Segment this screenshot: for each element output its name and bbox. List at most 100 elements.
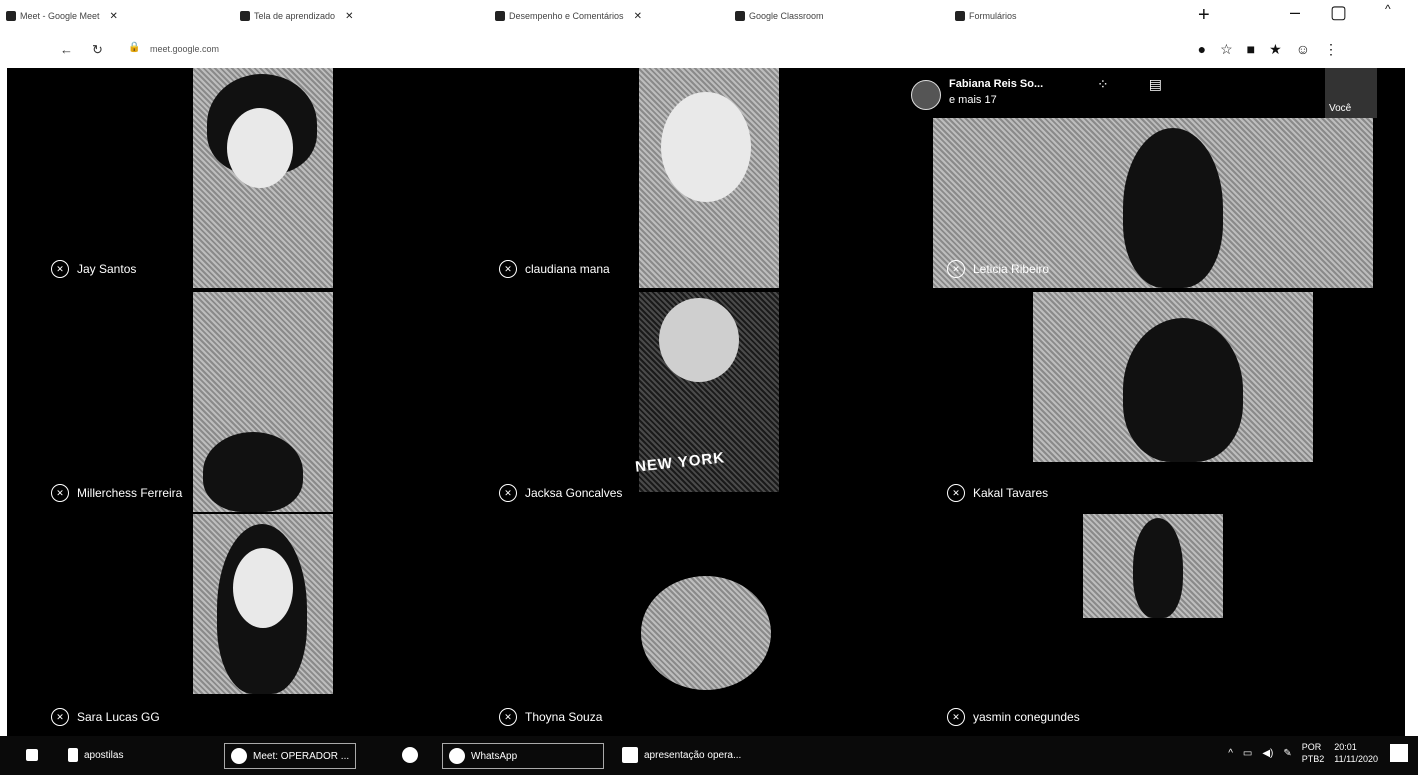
- pen-icon[interactable]: ✎: [1283, 748, 1291, 759]
- camera-icon[interactable]: ●: [1198, 41, 1206, 58]
- taskbar-item-label: WhatsApp: [471, 750, 518, 762]
- network-icon[interactable]: ▭: [1243, 748, 1252, 759]
- clock-date: 11/11/2020: [1334, 754, 1378, 764]
- participant-tile[interactable]: ✕ Jay Santos: [7, 68, 467, 288]
- participant-tile[interactable]: ✕ claudiana mana: [455, 68, 915, 288]
- page-favicon-icon: [955, 11, 965, 21]
- taskbar-item-label: apostilas: [84, 749, 124, 761]
- people-icon[interactable]: ⁘: [1097, 76, 1109, 93]
- participant-name: ✕ Kakal Tavares: [947, 484, 1048, 502]
- folder-icon: [68, 748, 78, 762]
- participant-name-label: Millerchess Ferreira: [77, 486, 183, 500]
- chevron-up-icon[interactable]: ^: [1385, 2, 1391, 16]
- close-icon[interactable]: ✕: [110, 11, 118, 22]
- avatar: [911, 80, 941, 110]
- tab-label: Google Classroom: [749, 11, 824, 21]
- participant-tile[interactable]: ✕ Sara Lucas GG: [7, 514, 467, 736]
- browser-tab-strip: Meet - Google Meet ✕ Tela de aprendizado…: [0, 0, 1418, 34]
- page-favicon-icon: [495, 11, 505, 21]
- participant-name: ✕ Jay Santos: [51, 260, 136, 278]
- chrome-icon: [231, 748, 247, 764]
- mic-off-icon: ✕: [499, 484, 517, 502]
- participant-name: ✕ Sara Lucas GG: [51, 708, 160, 726]
- video-face: [233, 548, 293, 628]
- mic-off-icon: ✕: [51, 260, 69, 278]
- lang-bottom: PTB2: [1301, 754, 1325, 764]
- chat-icon[interactable]: ▤: [1149, 76, 1162, 93]
- shirt-text: NEW YORK: [634, 449, 726, 476]
- participant-avatar-image: [641, 576, 771, 690]
- taskbar-item[interactable]: apostilas: [68, 743, 123, 767]
- start-button[interactable]: [26, 743, 38, 767]
- language-indicator[interactable]: POR PTB2: [1302, 741, 1325, 765]
- participant-name: ✕ claudiana mana: [499, 260, 610, 278]
- participant-tile[interactable]: ✕ Kakal Tavares: [903, 292, 1405, 512]
- video-face: [661, 92, 751, 202]
- participant-name: ✕ Millerchess Ferreira: [51, 484, 182, 502]
- extension-icon[interactable]: ■: [1247, 41, 1255, 58]
- participant-name-label: Thoyna Souza: [525, 710, 603, 724]
- participant-name: ✕ Leticia Ribeiro: [947, 260, 1049, 278]
- participant-name-label: Leticia Ribeiro: [973, 262, 1050, 276]
- lock-icon: 🔒: [128, 42, 141, 53]
- tab-label: Desempenho e Comentários: [509, 11, 624, 21]
- tab-label: Tela de aprendizado: [254, 11, 336, 21]
- video-silhouette: [203, 432, 303, 512]
- presenter-name: Fabiana Reis So...: [949, 78, 1044, 90]
- participant-tile[interactable]: ✕ Thoyna Souza: [455, 514, 915, 736]
- taskbar-item[interactable]: Meet: OPERADOR ...: [224, 743, 357, 769]
- clock-time: 20:01: [1334, 742, 1357, 752]
- browser-tab[interactable]: Tela de aprendizado ✕: [240, 6, 470, 26]
- profile-avatar-icon[interactable]: ☺: [1296, 41, 1310, 58]
- chevron-up-icon[interactable]: ^: [1228, 748, 1233, 759]
- extension-toolbar: ● ☆ ■ ★ ☺ ⋮: [1198, 41, 1338, 58]
- edge-icon: [402, 747, 418, 763]
- presenter-indicator[interactable]: Fabiana Reis So... e mais 17: [905, 68, 1071, 118]
- participant-video: [193, 292, 333, 512]
- taskbar-item-label: Meet: OPERADOR ...: [253, 750, 350, 762]
- participant-name: ✕ Jacksa Goncalves: [499, 484, 622, 502]
- tab-label: Meet - Google Meet: [20, 11, 100, 21]
- new-tab-button[interactable]: +: [1198, 4, 1210, 27]
- close-icon[interactable]: ✕: [345, 11, 353, 22]
- page-favicon-icon: [240, 11, 250, 21]
- meet-favicon-icon: [6, 11, 16, 21]
- video-face: [227, 108, 293, 188]
- maximize-icon[interactable]: ▢: [1330, 2, 1347, 23]
- mic-off-icon: ✕: [947, 260, 965, 278]
- pin-icon[interactable]: ★: [1269, 41, 1282, 58]
- back-icon[interactable]: ←: [60, 42, 73, 57]
- menu-icon[interactable]: ⋮: [1324, 41, 1338, 58]
- clock[interactable]: 20:01 11/11/2020: [1334, 741, 1378, 765]
- reload-icon[interactable]: ↻: [92, 42, 103, 58]
- mic-off-icon: ✕: [51, 708, 69, 726]
- mic-off-icon: ✕: [499, 260, 517, 278]
- participant-name-label: yasmin conegundes: [973, 710, 1080, 724]
- participant-name-label: Kakal Tavares: [973, 486, 1049, 500]
- browser-tab[interactable]: Google Classroom: [735, 6, 905, 26]
- taskbar-item[interactable]: apresentação opera...: [622, 743, 741, 767]
- self-view-tile[interactable]: Você: [1325, 68, 1377, 118]
- address-bar: ← ↻ 🔒 meet.google.com ● ☆ ■ ★ ☺ ⋮: [0, 34, 1418, 66]
- mic-off-icon: ✕: [947, 708, 965, 726]
- minimize-icon[interactable]: –: [1290, 2, 1300, 23]
- tab-label: Formulários: [969, 11, 1017, 21]
- participant-tile[interactable]: NEW YORK ✕ Jacksa Goncalves: [455, 292, 915, 512]
- taskbar-item[interactable]: [402, 743, 418, 767]
- notification-icon[interactable]: [1390, 744, 1408, 762]
- participant-tile[interactable]: ✕ Millerchess Ferreira: [7, 292, 467, 512]
- participant-video: NEW YORK: [634, 292, 779, 492]
- windows-taskbar: apostilas Meet: OPERADOR ... WhatsApp ap…: [0, 736, 1418, 775]
- url-field[interactable]: meet.google.com: [150, 44, 219, 54]
- browser-tab[interactable]: Meet - Google Meet ✕: [6, 6, 206, 26]
- star-icon[interactable]: ☆: [1220, 41, 1233, 58]
- browser-tab[interactable]: Desempenho e Comentários ✕: [495, 6, 715, 26]
- participant-tile[interactable]: ✕ yasmin conegundes: [903, 514, 1405, 736]
- system-tray: ^ ▭ ◀) ✎ POR PTB2 20:01 11/11/2020: [1228, 741, 1378, 765]
- meet-top-controls: ⁘ ▤: [1097, 76, 1162, 93]
- volume-icon[interactable]: ◀): [1262, 748, 1273, 759]
- video-face: [659, 298, 739, 382]
- taskbar-item[interactable]: WhatsApp: [442, 743, 604, 769]
- close-icon[interactable]: ✕: [634, 11, 642, 22]
- browser-tab[interactable]: Formulários: [955, 6, 1155, 26]
